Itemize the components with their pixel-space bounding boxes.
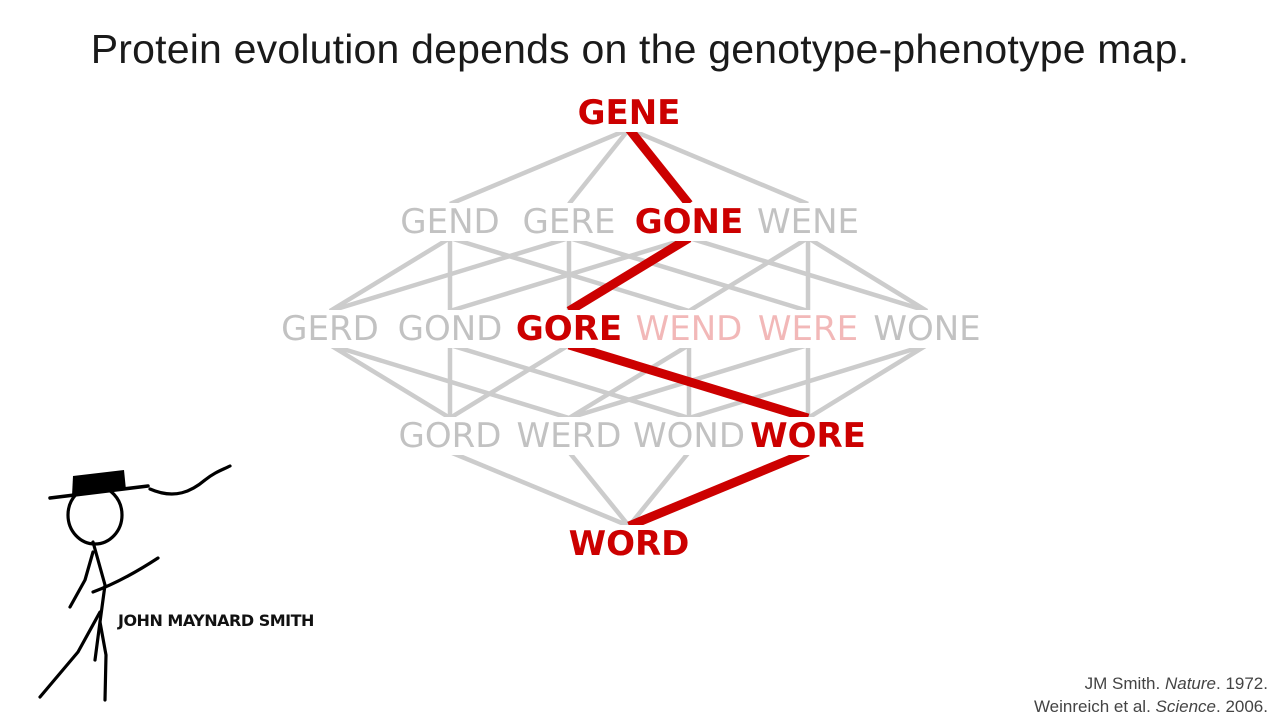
node-gend: GEND	[400, 202, 499, 242]
node-wond: WOND	[633, 416, 745, 456]
edge-wene-wend	[687, 236, 810, 313]
edge-gere-were	[568, 235, 809, 314]
edge-gene-gend	[449, 126, 630, 207]
node-wone: WONE	[873, 309, 980, 349]
node-wend: WEND	[636, 309, 743, 349]
edge-gond-wond	[449, 342, 690, 421]
stick-figure-leg-left	[38, 610, 102, 699]
node-word: WORD	[569, 524, 690, 564]
edge-wore-word	[627, 447, 810, 531]
stick-figure-arm-back	[68, 550, 95, 609]
stick-figure-leg-right	[98, 620, 108, 702]
edge-gone-gore	[566, 234, 692, 315]
lattice-nodes: GENEGEND GERE GONE WENEGERD GOND GORE WEND WERE…	[272, 93, 985, 564]
edge-wend-werd	[567, 343, 691, 420]
edge-gord-word	[449, 449, 630, 529]
node-were: WERE	[758, 309, 858, 349]
node-gond: GOND	[398, 309, 503, 349]
reference-2: Weinreich et al. Science. 2006.	[1033, 697, 1268, 716]
edge-wone-wore	[806, 343, 929, 420]
node-wene: WENE	[757, 202, 859, 242]
node-gere: GERE	[523, 202, 616, 242]
edge-gore-gord	[448, 343, 571, 420]
references: JM Smith. Nature. 1972. Weinreich et al.…	[1034, 672, 1268, 718]
reference-1: JM Smith. Nature. 1972.	[1084, 674, 1268, 693]
slide: Protein evolution depends on the genotyp…	[0, 0, 1280, 720]
node-wore: WORE	[750, 416, 866, 456]
edge-wene-wone	[806, 236, 929, 313]
node-gene: GENE	[578, 93, 681, 133]
hat-icon	[48, 470, 150, 500]
node-werd: WERD	[517, 416, 622, 456]
stick-figure-arm-raised	[148, 464, 232, 496]
figure-caption: JOHN MAYNARD SMITH	[118, 611, 314, 630]
node-gore: GORE	[516, 309, 622, 349]
node-gord: GORD	[399, 416, 502, 456]
node-gone: GONE	[635, 202, 744, 242]
